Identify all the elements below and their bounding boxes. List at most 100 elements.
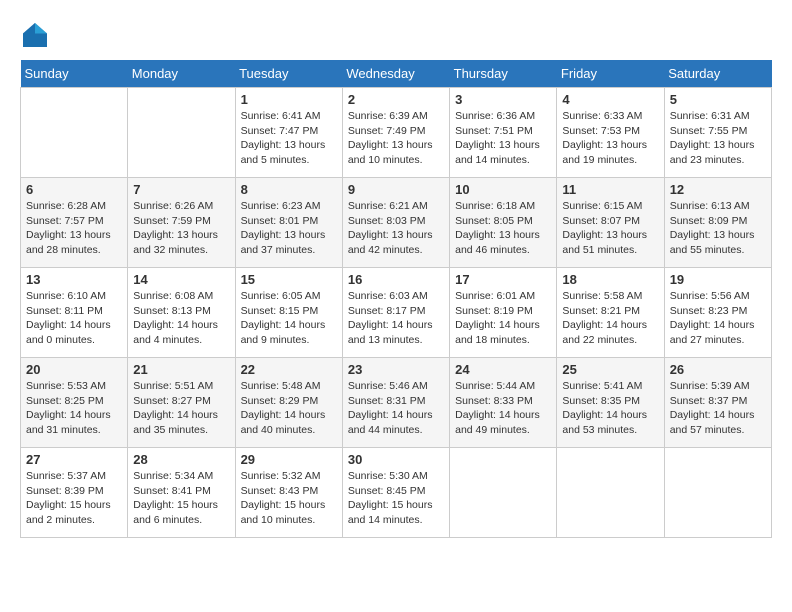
calendar-cell: 19 Sunrise: 5:56 AM Sunset: 8:23 PM Dayli… (664, 268, 771, 358)
day-number: 18 (562, 272, 658, 287)
day-number: 25 (562, 362, 658, 377)
calendar-cell (21, 88, 128, 178)
day-number: 29 (241, 452, 337, 467)
calendar-cell: 17 Sunrise: 6:01 AM Sunset: 8:19 PM Dayli… (450, 268, 557, 358)
day-info: Sunrise: 6:36 AM Sunset: 7:51 PM Dayligh… (455, 109, 551, 168)
calendar-cell: 30 Sunrise: 5:30 AM Sunset: 8:45 PM Dayli… (342, 448, 449, 538)
day-info: Sunrise: 5:34 AM Sunset: 8:41 PM Dayligh… (133, 469, 229, 528)
calendar-cell: 15 Sunrise: 6:05 AM Sunset: 8:15 PM Dayli… (235, 268, 342, 358)
day-of-week-header: Friday (557, 60, 664, 88)
day-number: 26 (670, 362, 766, 377)
day-info: Sunrise: 6:28 AM Sunset: 7:57 PM Dayligh… (26, 199, 122, 258)
day-info: Sunrise: 6:08 AM Sunset: 8:13 PM Dayligh… (133, 289, 229, 348)
day-number: 27 (26, 452, 122, 467)
day-info: Sunrise: 6:10 AM Sunset: 8:11 PM Dayligh… (26, 289, 122, 348)
day-number: 1 (241, 92, 337, 107)
day-info: Sunrise: 6:21 AM Sunset: 8:03 PM Dayligh… (348, 199, 444, 258)
calendar-cell (664, 448, 771, 538)
calendar-cell: 20 Sunrise: 5:53 AM Sunset: 8:25 PM Dayli… (21, 358, 128, 448)
calendar-header-row: SundayMondayTuesdayWednesdayThursdayFrid… (21, 60, 772, 88)
day-number: 24 (455, 362, 551, 377)
day-info: Sunrise: 5:53 AM Sunset: 8:25 PM Dayligh… (26, 379, 122, 438)
calendar-cell: 24 Sunrise: 5:44 AM Sunset: 8:33 PM Dayli… (450, 358, 557, 448)
day-info: Sunrise: 5:39 AM Sunset: 8:37 PM Dayligh… (670, 379, 766, 438)
day-number: 5 (670, 92, 766, 107)
calendar-cell (557, 448, 664, 538)
day-number: 14 (133, 272, 229, 287)
calendar-cell: 13Sunrise: 6:10 AM Sunset: 8:11 PM Dayli… (21, 268, 128, 358)
day-number: 15 (241, 272, 337, 287)
calendar-cell (128, 88, 235, 178)
day-number: 12 (670, 182, 766, 197)
day-info: Sunrise: 6:41 AM Sunset: 7:47 PM Dayligh… (241, 109, 337, 168)
day-of-week-header: Thursday (450, 60, 557, 88)
calendar-cell: 10Sunrise: 6:18 AM Sunset: 8:05 PM Dayli… (450, 178, 557, 268)
calendar: SundayMondayTuesdayWednesdayThursdayFrid… (20, 60, 772, 538)
day-info: Sunrise: 6:05 AM Sunset: 8:15 PM Dayligh… (241, 289, 337, 348)
day-number: 7 (133, 182, 229, 197)
calendar-cell: 9 Sunrise: 6:21 AM Sunset: 8:03 PM Daylig… (342, 178, 449, 268)
calendar-cell: 18 Sunrise: 5:58 AM Sunset: 8:21 PM Dayli… (557, 268, 664, 358)
calendar-cell: 8 Sunrise: 6:23 AM Sunset: 8:01 PM Daylig… (235, 178, 342, 268)
day-info: Sunrise: 6:23 AM Sunset: 8:01 PM Dayligh… (241, 199, 337, 258)
calendar-cell: 4 Sunrise: 6:33 AM Sunset: 7:53 PM Daylig… (557, 88, 664, 178)
day-number: 9 (348, 182, 444, 197)
day-info: Sunrise: 6:15 AM Sunset: 8:07 PM Dayligh… (562, 199, 658, 258)
day-number: 23 (348, 362, 444, 377)
day-number: 19 (670, 272, 766, 287)
day-info: Sunrise: 5:51 AM Sunset: 8:27 PM Dayligh… (133, 379, 229, 438)
calendar-cell: 6 Sunrise: 6:28 AM Sunset: 7:57 PM Daylig… (21, 178, 128, 268)
calendar-cell: 27Sunrise: 5:37 AM Sunset: 8:39 PM Dayli… (21, 448, 128, 538)
day-number: 21 (133, 362, 229, 377)
calendar-cell: 12Sunrise: 6:13 AM Sunset: 8:09 PM Dayli… (664, 178, 771, 268)
day-number: 22 (241, 362, 337, 377)
day-info: Sunrise: 6:39 AM Sunset: 7:49 PM Dayligh… (348, 109, 444, 168)
calendar-cell: 29Sunrise: 5:32 AM Sunset: 8:43 PM Dayli… (235, 448, 342, 538)
day-number: 10 (455, 182, 551, 197)
day-of-week-header: Monday (128, 60, 235, 88)
calendar-week-row: 27Sunrise: 5:37 AM Sunset: 8:39 PM Dayli… (21, 448, 772, 538)
calendar-cell: 3 Sunrise: 6:36 AM Sunset: 7:51 PM Daylig… (450, 88, 557, 178)
calendar-cell: 21 Sunrise: 5:51 AM Sunset: 8:27 PM Dayli… (128, 358, 235, 448)
day-info: Sunrise: 6:33 AM Sunset: 7:53 PM Dayligh… (562, 109, 658, 168)
day-number: 8 (241, 182, 337, 197)
calendar-week-row: 20 Sunrise: 5:53 AM Sunset: 8:25 PM Dayli… (21, 358, 772, 448)
calendar-week-row: 1 Sunrise: 6:41 AM Sunset: 7:47 PM Daylig… (21, 88, 772, 178)
calendar-cell: 11Sunrise: 6:15 AM Sunset: 8:07 PM Dayli… (557, 178, 664, 268)
day-number: 17 (455, 272, 551, 287)
calendar-cell: 7 Sunrise: 6:26 AM Sunset: 7:59 PM Daylig… (128, 178, 235, 268)
day-number: 16 (348, 272, 444, 287)
calendar-week-row: 13Sunrise: 6:10 AM Sunset: 8:11 PM Dayli… (21, 268, 772, 358)
calendar-cell: 14 Sunrise: 6:08 AM Sunset: 8:13 PM Dayli… (128, 268, 235, 358)
calendar-cell: 1 Sunrise: 6:41 AM Sunset: 7:47 PM Daylig… (235, 88, 342, 178)
day-info: Sunrise: 5:48 AM Sunset: 8:29 PM Dayligh… (241, 379, 337, 438)
day-number: 28 (133, 452, 229, 467)
day-info: Sunrise: 5:58 AM Sunset: 8:21 PM Dayligh… (562, 289, 658, 348)
page-header (20, 20, 772, 50)
day-info: Sunrise: 5:30 AM Sunset: 8:45 PM Dayligh… (348, 469, 444, 528)
day-info: Sunrise: 6:01 AM Sunset: 8:19 PM Dayligh… (455, 289, 551, 348)
calendar-cell: 23 Sunrise: 5:46 AM Sunset: 8:31 PM Dayli… (342, 358, 449, 448)
day-info: Sunrise: 5:44 AM Sunset: 8:33 PM Dayligh… (455, 379, 551, 438)
day-of-week-header: Wednesday (342, 60, 449, 88)
day-number: 20 (26, 362, 122, 377)
calendar-cell: 16Sunrise: 6:03 AM Sunset: 8:17 PM Dayli… (342, 268, 449, 358)
day-info: Sunrise: 6:31 AM Sunset: 7:55 PM Dayligh… (670, 109, 766, 168)
day-info: Sunrise: 6:26 AM Sunset: 7:59 PM Dayligh… (133, 199, 229, 258)
day-of-week-header: Sunday (21, 60, 128, 88)
calendar-cell: 26 Sunrise: 5:39 AM Sunset: 8:37 PM Dayli… (664, 358, 771, 448)
day-number: 3 (455, 92, 551, 107)
calendar-cell: 28 Sunrise: 5:34 AM Sunset: 8:41 PM Dayli… (128, 448, 235, 538)
day-of-week-header: Saturday (664, 60, 771, 88)
calendar-week-row: 6 Sunrise: 6:28 AM Sunset: 7:57 PM Daylig… (21, 178, 772, 268)
day-number: 4 (562, 92, 658, 107)
logo-icon (20, 20, 50, 50)
calendar-cell: 25Sunrise: 5:41 AM Sunset: 8:35 PM Dayli… (557, 358, 664, 448)
calendar-cell: 5 Sunrise: 6:31 AM Sunset: 7:55 PM Daylig… (664, 88, 771, 178)
day-info: Sunrise: 5:46 AM Sunset: 8:31 PM Dayligh… (348, 379, 444, 438)
calendar-cell: 22 Sunrise: 5:48 AM Sunset: 8:29 PM Dayli… (235, 358, 342, 448)
logo (20, 20, 54, 50)
day-number: 30 (348, 452, 444, 467)
day-info: Sunrise: 5:56 AM Sunset: 8:23 PM Dayligh… (670, 289, 766, 348)
day-number: 6 (26, 182, 122, 197)
